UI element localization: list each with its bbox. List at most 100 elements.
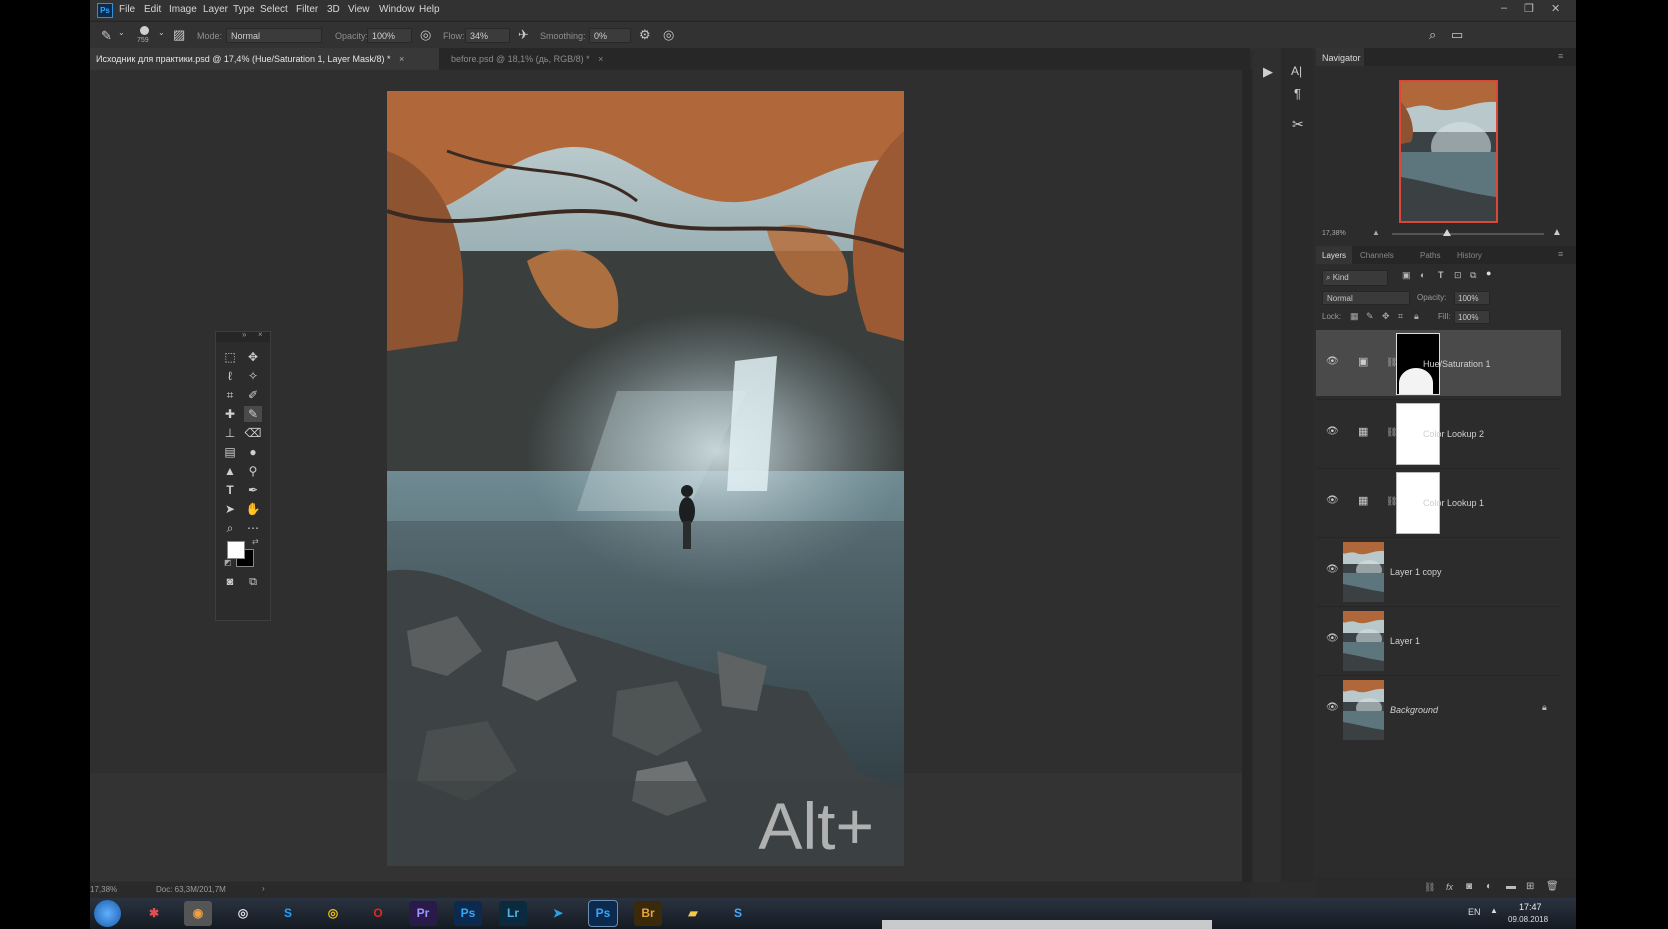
gradient-tool-icon[interactable]: ▤ [221, 444, 239, 460]
menu-help[interactable]: Help [419, 4, 440, 15]
visibility-eye-icon[interactable]: 👁︎ [1326, 426, 1339, 437]
bridge-icon[interactable]: Br [634, 901, 662, 926]
new-layer-icon[interactable]: ⊞ [1526, 881, 1534, 892]
flow-field[interactable]: 34% [465, 28, 510, 43]
app-icon-puzzle[interactable]: ✱ [140, 901, 168, 926]
menu-filter[interactable]: Filter [296, 4, 318, 15]
clock-time[interactable]: 17:47 [1519, 902, 1542, 912]
restore-icon[interactable]: ❐ [1524, 2, 1534, 15]
navigator-thumbnail[interactable] [1399, 80, 1498, 223]
telegram-icon[interactable]: ➤ [544, 901, 572, 926]
photoshop-icon[interactable]: Ps [454, 901, 482, 926]
path-selection-icon[interactable]: ➤ [221, 501, 239, 517]
tab-channels[interactable]: Channels [1360, 251, 1394, 260]
layer-row-layer-1[interactable]: 👁︎ Layer 1 [1316, 606, 1561, 673]
brush-tool-icon[interactable]: ✎ [101, 28, 112, 44]
move-tool-icon[interactable]: ✥ [244, 349, 262, 365]
smart-object-filter-icon[interactable]: ⧉ [1470, 270, 1476, 281]
collapse-icon[interactable]: » [242, 330, 246, 339]
lock-icon[interactable]: 🔒︎ [1542, 702, 1547, 713]
layer-thumbnail[interactable] [1343, 680, 1384, 740]
language-indicator[interactable]: EN [1468, 907, 1481, 917]
photoshop-active-icon[interactable]: Ps [588, 900, 618, 927]
minimize-icon[interactable]: – [1501, 2, 1507, 14]
close-icon[interactable]: ✕ [1551, 2, 1560, 15]
layer-thumbnail[interactable] [1343, 542, 1384, 602]
menu-file[interactable]: File [119, 4, 135, 15]
tab-paths[interactable]: Paths [1420, 251, 1440, 260]
gear-icon[interactable]: ⚙ [639, 27, 651, 43]
zoom-out-icon[interactable]: ▲ [1372, 228, 1380, 237]
chevron-down-icon[interactable]: ⌄ [118, 28, 125, 37]
character-panel-icon[interactable]: A| [1291, 64, 1302, 78]
swap-colors-icon[interactable]: ⇄ [252, 537, 259, 546]
tools-panel-header[interactable]: » × [216, 330, 270, 342]
close-icon[interactable]: × [399, 54, 404, 64]
lock-artboard-icon[interactable]: ⌗ [1398, 311, 1403, 322]
default-colors-icon[interactable]: ◩ [224, 558, 232, 567]
clone-stamp-icon[interactable]: ⊥ [221, 425, 239, 441]
blur-tool-icon[interactable]: ● [244, 444, 262, 460]
sharpen-tool-icon[interactable]: ▲ [221, 463, 239, 479]
document-image[interactable]: Alt+ [387, 91, 904, 866]
foreground-color-swatch[interactable] [227, 541, 245, 559]
menu-view[interactable]: View [348, 4, 370, 15]
layer-row-color-lookup-1[interactable]: 👁︎ ▦ ⛓︎ Color Lookup 1 [1316, 468, 1561, 535]
visibility-eye-icon[interactable]: 👁︎ [1326, 564, 1339, 575]
magic-wand-icon[interactable]: ✧ [244, 368, 262, 384]
more-tools-icon[interactable]: ⋯ [244, 520, 262, 536]
eyedropper-icon[interactable]: ✐ [244, 387, 262, 403]
menu-3d[interactable]: 3D [327, 4, 340, 15]
blend-mode-select[interactable]: Normal [1322, 291, 1410, 305]
mode-select[interactable]: Normal [226, 28, 322, 43]
menu-edit[interactable]: Edit [144, 4, 161, 15]
lock-pixels-icon[interactable]: ✎ [1366, 311, 1374, 322]
slider-thumb-icon[interactable] [1442, 229, 1451, 236]
layer-row-hue-saturation[interactable]: 👁︎ ▣ ⛓︎ Hue/Saturation 1 [1316, 330, 1561, 396]
premiere-icon[interactable]: Pr [409, 901, 437, 926]
tab-layers[interactable]: Layers [1316, 246, 1352, 264]
paragraph-panel-icon[interactable]: ¶ [1294, 86, 1301, 101]
lock-transparent-icon[interactable]: ▦ [1350, 311, 1359, 322]
lock-all-icon[interactable]: 🔒︎ [1414, 311, 1419, 322]
tray-arrow-icon[interactable]: ▲ [1490, 906, 1498, 915]
skype-icon[interactable]: S [274, 901, 302, 926]
crop-tool-icon[interactable]: ⌗ [221, 387, 239, 403]
tool-presets-icon[interactable]: ✂ [1292, 116, 1304, 133]
layer-row-layer-1-copy[interactable]: 👁︎ Layer 1 copy [1316, 537, 1561, 604]
panel-menu-icon[interactable]: ≡ [1558, 249, 1563, 259]
menu-select[interactable]: Select [260, 4, 288, 15]
windows-start-icon[interactable] [94, 900, 121, 927]
pressure-opacity-icon[interactable]: ◎ [420, 27, 431, 43]
visibility-eye-icon[interactable]: 👁︎ [1326, 702, 1339, 713]
new-adjustment-icon[interactable]: ◐ [1486, 881, 1492, 892]
hand-tool-icon[interactable]: ✋ [244, 501, 262, 517]
zoom-level[interactable]: 17,38% [90, 885, 117, 894]
visibility-eye-icon[interactable]: 👁︎ [1326, 356, 1339, 367]
zoom-tool-icon[interactable]: ⌕ [221, 520, 239, 536]
pen-tool-icon[interactable]: ✒ [244, 482, 262, 498]
type-filter-icon[interactable]: T [1438, 270, 1444, 280]
lock-position-icon[interactable]: ✥ [1382, 311, 1390, 322]
tab-history[interactable]: History [1457, 251, 1482, 260]
brush-tool-icon[interactable]: ✎ [244, 406, 262, 422]
layer-opacity-field[interactable]: 100% [1454, 291, 1490, 305]
marquee-tool-icon[interactable]: ⬚ [221, 349, 239, 365]
navigator-zoom[interactable]: 17,38% [1322, 230, 1346, 237]
chevron-right-icon[interactable]: › [262, 884, 265, 893]
play-icon[interactable]: ▶ [1263, 64, 1273, 80]
fx-icon[interactable]: fx [1446, 882, 1453, 892]
chrome-icon[interactable]: ◎ [319, 901, 347, 926]
vertical-scrollbar[interactable] [1242, 70, 1252, 882]
eraser-icon[interactable]: ⌫ [244, 425, 262, 441]
menu-type[interactable]: Type [233, 4, 255, 15]
menu-layer[interactable]: Layer [203, 4, 228, 15]
tab-document-before[interactable]: before.psd @ 18,1% (дь, RGB/8) * × [445, 48, 615, 70]
link-layers-icon[interactable]: ⛓︎ [1424, 882, 1435, 893]
layer-row-background[interactable]: 👁︎ Background 🔒︎ [1316, 675, 1561, 742]
close-icon[interactable]: × [598, 54, 603, 64]
tab-document-active[interactable]: Исходник для практики.psd @ 17,4% (Hue/S… [90, 48, 439, 70]
zoom-in-icon[interactable]: ▲ [1552, 227, 1562, 238]
screen-mode-icon[interactable]: ⧉ [244, 574, 262, 590]
app-icon-eye[interactable]: ◉ [184, 901, 212, 926]
